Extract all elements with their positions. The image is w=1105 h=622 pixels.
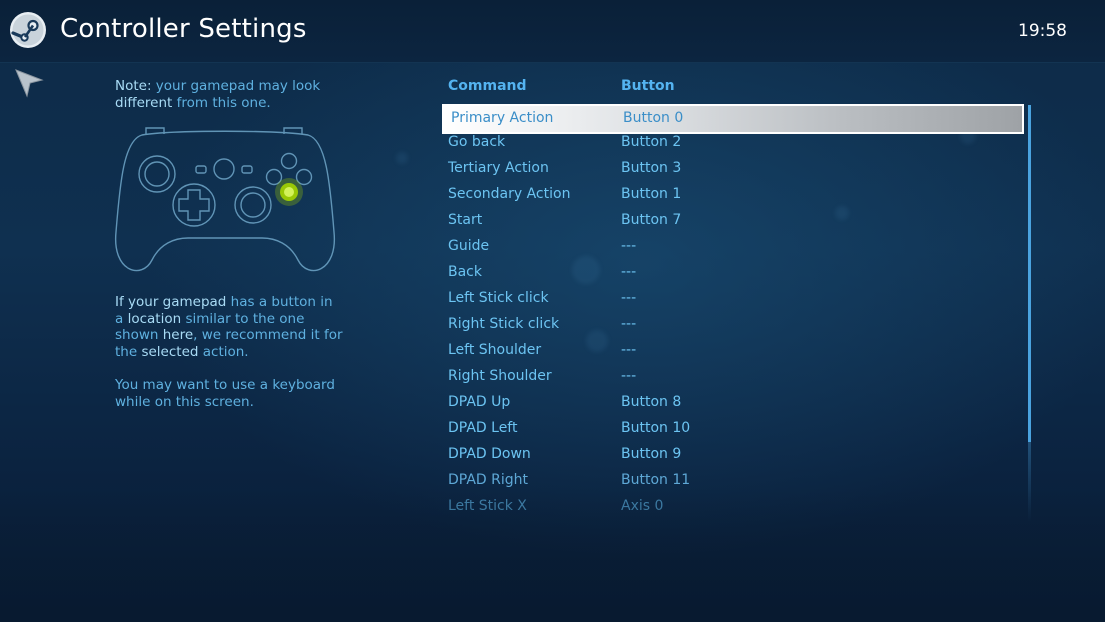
button-mapping: Button 0 <box>623 110 684 126</box>
button-mapping: Button 7 <box>621 212 682 228</box>
command-label: Guide <box>448 238 490 254</box>
command-label: DPAD Down <box>448 446 531 462</box>
command-row-tertiary-action[interactable]: Tertiary Action Button 3 <box>442 156 1024 182</box>
column-header-command: Command <box>448 78 527 94</box>
clock: 19:58 <box>1018 21 1067 41</box>
column-header-button: Button <box>621 78 675 94</box>
note-text-end: from this one. <box>172 95 271 111</box>
command-row-start[interactable]: Start Button 7 <box>442 208 1024 234</box>
button-mapping: Button 10 <box>621 420 691 436</box>
command-label: Left Shoulder <box>448 342 542 358</box>
pointer-arrow-icon <box>15 69 44 98</box>
hint-emphasis: If your gamepad <box>115 294 227 310</box>
button-mapping: Button 9 <box>621 446 682 462</box>
background-bokeh <box>396 152 408 164</box>
hint-emphasis: selected <box>141 344 199 361</box>
command-row-left-stick-click[interactable]: Left Stick click --- <box>442 286 1024 312</box>
keyboard-hint: You may want to use a keyboard while on … <box>115 377 335 410</box>
button-mapping: --- <box>621 342 637 358</box>
button-mapping: --- <box>621 368 637 384</box>
button-mapping: Button 11 <box>621 472 691 488</box>
page-title: Controller Settings <box>60 14 307 44</box>
command-row-left-shoulder[interactable]: Left Shoulder --- <box>442 338 1024 364</box>
hint-text: action. <box>198 344 249 361</box>
command-row-dpad-right[interactable]: DPAD Right Button 11 <box>442 468 1024 494</box>
hint-emphasis: here <box>162 327 194 344</box>
command-list: Primary Action Button 0 Go back Button 2… <box>442 104 1024 524</box>
command-row-right-shoulder[interactable]: Right Shoulder --- <box>442 364 1024 390</box>
command-label: DPAD Up <box>448 394 511 410</box>
command-label: Right Stick click <box>448 316 560 332</box>
command-row-back[interactable]: Back --- <box>442 260 1024 286</box>
command-label: DPAD Right <box>448 472 529 488</box>
button-mapping: Button 2 <box>621 134 682 150</box>
command-label: Start <box>448 212 483 228</box>
command-row-dpad-down[interactable]: DPAD Down Button 9 <box>442 442 1024 468</box>
gamepad-icon <box>115 127 335 272</box>
gamepad-note: Note: your gamepad may look different fr… <box>115 78 335 112</box>
command-row-right-stick-click[interactable]: Right Stick click --- <box>442 312 1024 338</box>
command-label: Right Shoulder <box>448 368 552 384</box>
button-mapping: Button 1 <box>621 186 682 202</box>
recommendation-hint: If your gamepad has a button in a locati… <box>115 294 345 361</box>
command-row-guide[interactable]: Guide --- <box>442 234 1024 260</box>
button-mapping: --- <box>621 238 637 254</box>
button-mapping: --- <box>621 264 637 280</box>
command-label: Secondary Action <box>448 186 571 202</box>
button-mapping: --- <box>621 290 637 306</box>
command-label: Left Stick click <box>448 290 549 306</box>
scrollbar-thumb[interactable] <box>1028 105 1031 442</box>
command-row-secondary-action[interactable]: Secondary Action Button 1 <box>442 182 1024 208</box>
button-mapping: Button 3 <box>621 160 682 176</box>
command-label: Tertiary Action <box>448 160 549 176</box>
command-label: Go back <box>448 134 506 150</box>
button-mapping: --- <box>621 316 637 332</box>
note-label: Note: <box>115 78 152 94</box>
button-mapping: Axis 0 <box>621 498 664 514</box>
scrollbar-track[interactable] <box>1028 442 1031 522</box>
steam-logo-icon <box>10 12 46 48</box>
command-row-left-stick-x[interactable]: Left Stick X Axis 0 <box>442 494 1024 520</box>
command-row-dpad-left[interactable]: DPAD Left Button 10 <box>442 416 1024 442</box>
top-bar: Controller Settings 19:58 <box>0 0 1105 63</box>
command-row-dpad-up[interactable]: DPAD Up Button 8 <box>442 390 1024 416</box>
command-row-go-back[interactable]: Go back Button 2 <box>442 130 1024 156</box>
command-label: Primary Action <box>451 110 554 126</box>
command-label: Left Stick X <box>448 498 527 514</box>
button-mapping: Button 8 <box>621 394 682 410</box>
hint-emphasis: location <box>127 310 182 327</box>
command-label: Back <box>448 264 482 280</box>
command-label: DPAD Left <box>448 420 518 436</box>
note-emphasis: different <box>115 95 173 111</box>
note-text: your gamepad may look <box>151 78 321 94</box>
